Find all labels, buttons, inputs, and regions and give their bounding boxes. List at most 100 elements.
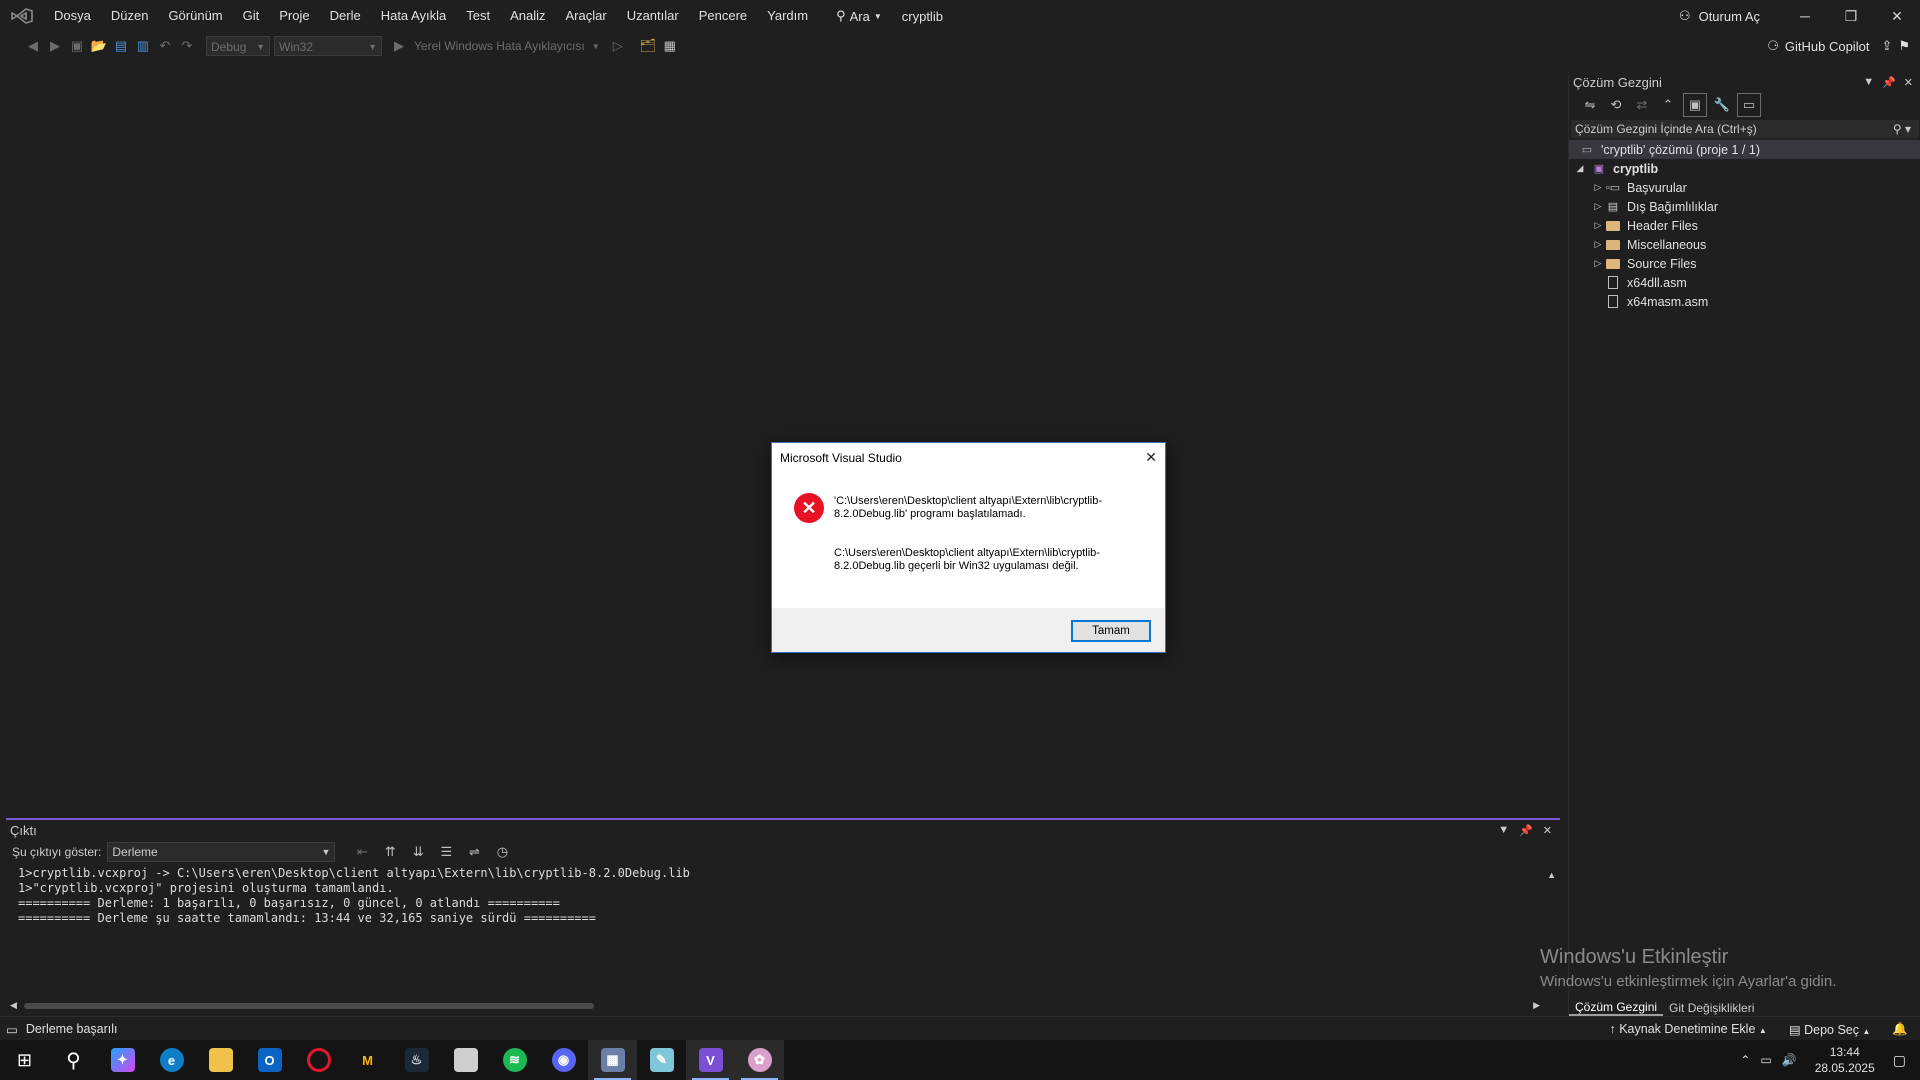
taskbar-paint[interactable]: ✿ xyxy=(735,1040,784,1080)
add-source-control-button[interactable]: ↑ Kaynak Denetimine Ekle ▲ xyxy=(1609,1022,1766,1036)
show-all-files-icon[interactable]: ▣ xyxy=(1683,93,1707,117)
find-message-icon[interactable]: ⇤ xyxy=(351,841,373,863)
start-debug-icon[interactable]: ▶ xyxy=(388,35,410,57)
scroll-left-icon[interactable]: ◀ xyxy=(10,1000,17,1011)
taskbar-steam[interactable]: ♨ xyxy=(392,1040,441,1080)
prev-message-icon[interactable]: ⇈ xyxy=(379,841,401,863)
forward-icon[interactable]: ▶ xyxy=(44,35,66,57)
new-item-icon[interactable]: ▣ xyxy=(66,35,88,57)
menu-file[interactable]: Dosya xyxy=(44,0,101,32)
restore-button[interactable]: ❐ xyxy=(1828,0,1874,32)
menu-project[interactable]: Proje xyxy=(269,0,319,32)
menu-window[interactable]: Pencere xyxy=(689,0,757,32)
menu-git[interactable]: Git xyxy=(233,0,270,32)
select-repo-button[interactable]: ▤ Depo Seç ▲ xyxy=(1789,1022,1871,1037)
github-copilot-button[interactable]: ⚆ GitHub Copilot ⇪ ⚑ xyxy=(1767,32,1920,60)
undo-icon[interactable]: ↶ xyxy=(154,35,176,57)
tree-solution[interactable]: ▭ 'cryptlib' çözümü (proje 1 / 1) xyxy=(1569,140,1920,159)
menu-view[interactable]: Görünüm xyxy=(158,0,232,32)
close-button[interactable]: ✕ xyxy=(1874,0,1920,32)
collapse-all-icon[interactable]: ⌃ xyxy=(1657,94,1679,116)
pin-icon[interactable]: 📌 xyxy=(1882,76,1896,89)
search-icon[interactable]: ⚲ ▾ xyxy=(1893,120,1911,138)
start-button[interactable]: ⊞ xyxy=(0,1040,49,1080)
scroll-up-icon[interactable]: ▲ xyxy=(1547,870,1556,880)
save-all-icon[interactable]: ▥ xyxy=(132,35,154,57)
menu-test[interactable]: Test xyxy=(456,0,500,32)
platform-select[interactable]: Win32 ▼ xyxy=(274,36,382,56)
notifications-icon[interactable]: 🔔 xyxy=(1892,1022,1908,1037)
layout-icon[interactable]: ▦ xyxy=(659,35,681,57)
tree-item-x64masm[interactable]: x64masm.asm xyxy=(1569,292,1920,311)
minimize-button[interactable]: ─ xyxy=(1782,0,1828,32)
close-icon[interactable]: ✕ xyxy=(1145,449,1157,466)
chevron-up-icon[interactable]: ⌃ xyxy=(1740,1053,1750,1067)
save-icon[interactable]: ▤ xyxy=(110,35,132,57)
taskbar-opera[interactable] xyxy=(294,1040,343,1080)
tree-item-external-deps[interactable]: ▷ ▤ Dış Bağımlılıklar xyxy=(1569,197,1920,216)
menu-edit[interactable]: Düzen xyxy=(101,0,159,32)
tab-git-changes[interactable]: Git Değişiklikleri xyxy=(1663,1001,1760,1015)
taskbar-search[interactable]: ⚲ xyxy=(49,1040,98,1080)
chevron-down-icon[interactable]: ▼ xyxy=(585,35,607,57)
open-folder-icon[interactable]: 📂 xyxy=(88,35,110,57)
debugger-label[interactable]: Yerel Windows Hata Ayıklayıcısı xyxy=(414,39,585,53)
collapsed-icon[interactable]: ▷ xyxy=(1591,182,1605,193)
redo-icon[interactable]: ↷ xyxy=(176,35,198,57)
tree-item-miscellaneous[interactable]: ▷ Miscellaneous xyxy=(1569,235,1920,254)
tree-item-references[interactable]: ▷ ▫▭ Başvurular xyxy=(1569,178,1920,197)
ok-button[interactable]: Tamam xyxy=(1071,620,1151,642)
close-icon[interactable]: ✕ xyxy=(1543,824,1552,837)
taskbar-visual-studio[interactable]: V xyxy=(686,1040,735,1080)
expanded-icon[interactable]: ◢ xyxy=(1573,163,1587,174)
menu-build[interactable]: Derle xyxy=(320,0,371,32)
tree-item-x64dll[interactable]: x64dll.asm xyxy=(1569,273,1920,292)
scrollbar-thumb[interactable] xyxy=(24,1003,594,1009)
tree-item-source-files[interactable]: ▷ Source Files xyxy=(1569,254,1920,273)
output-source-select[interactable]: Derleme ▼ xyxy=(107,842,336,862)
taskbar-notepad[interactable]: ✎ xyxy=(637,1040,686,1080)
collapsed-icon[interactable]: ▷ xyxy=(1591,220,1605,231)
volume-icon[interactable]: 🔊 xyxy=(1782,1053,1797,1067)
feedback-icon[interactable]: ⚑ xyxy=(1898,38,1910,54)
search-menu[interactable]: ⚲ Ara ▼ xyxy=(826,8,892,24)
menu-extensions[interactable]: Uzantılar xyxy=(617,0,689,32)
taskbar-gmail[interactable]: M xyxy=(343,1040,392,1080)
browse-folder-icon[interactable]: 🗂 xyxy=(637,35,659,57)
taskbar-copilot[interactable]: ✦ xyxy=(98,1040,147,1080)
tree-project[interactable]: ◢ ▣ cryptlib xyxy=(1569,159,1920,178)
configuration-select[interactable]: Debug ▼ xyxy=(206,36,270,56)
pin-icon[interactable]: 📌 xyxy=(1519,824,1533,837)
clock[interactable]: 13:44 28.05.2025 xyxy=(1815,1044,1875,1076)
output-text[interactable]: 1>cryptlib.vcxproj -> C:\Users\eren\Desk… xyxy=(6,864,1560,928)
solution-explorer-search[interactable]: Çözüm Gezgini İçinde Ara (Ctrl+ş) ⚲ ▾ xyxy=(1571,120,1919,138)
network-icon[interactable]: ▭ xyxy=(1760,1053,1771,1067)
history-icon[interactable]: ⟲ xyxy=(1605,94,1627,116)
taskbar-files[interactable] xyxy=(441,1040,490,1080)
taskbar-discord[interactable]: ◉ xyxy=(539,1040,588,1080)
switch-views-icon[interactable]: ⇋ xyxy=(1579,94,1601,116)
taskbar-app[interactable]: ▦ xyxy=(588,1040,637,1080)
menu-analyze[interactable]: Analiz xyxy=(500,0,555,32)
taskbar-edge[interactable]: e xyxy=(147,1040,196,1080)
taskbar-file-explorer[interactable] xyxy=(196,1040,245,1080)
collapsed-icon[interactable]: ▷ xyxy=(1591,239,1605,250)
tab-solution-explorer[interactable]: Çözüm Gezgini xyxy=(1569,1000,1664,1016)
timestamp-icon[interactable]: ◷ xyxy=(491,841,513,863)
preview-icon[interactable]: ▭ xyxy=(1737,93,1761,117)
scroll-right-icon[interactable]: ▶ xyxy=(1533,1000,1540,1011)
clear-all-icon[interactable]: ☰ xyxy=(435,841,457,863)
word-wrap-icon[interactable]: ⇌ xyxy=(463,841,485,863)
menu-help[interactable]: Yardım xyxy=(757,0,818,32)
output-status-icon[interactable]: ▭ xyxy=(6,1022,18,1037)
collapsed-icon[interactable]: ▷ xyxy=(1591,201,1605,212)
menu-debug[interactable]: Hata Ayıkla xyxy=(371,0,457,32)
next-message-icon[interactable]: ⇊ xyxy=(407,841,429,863)
taskbar-spotify[interactable]: ≋ xyxy=(490,1040,539,1080)
horizontal-scrollbar[interactable]: ◀ ▶ xyxy=(10,1000,1540,1012)
close-icon[interactable]: ✕ xyxy=(1904,76,1913,89)
back-icon[interactable]: ◀ xyxy=(22,35,44,57)
menu-tools[interactable]: Araçlar xyxy=(556,0,617,32)
sync-icon[interactable]: ⇄ xyxy=(1631,94,1653,116)
share-icon[interactable]: ⇪ xyxy=(1881,38,1892,54)
